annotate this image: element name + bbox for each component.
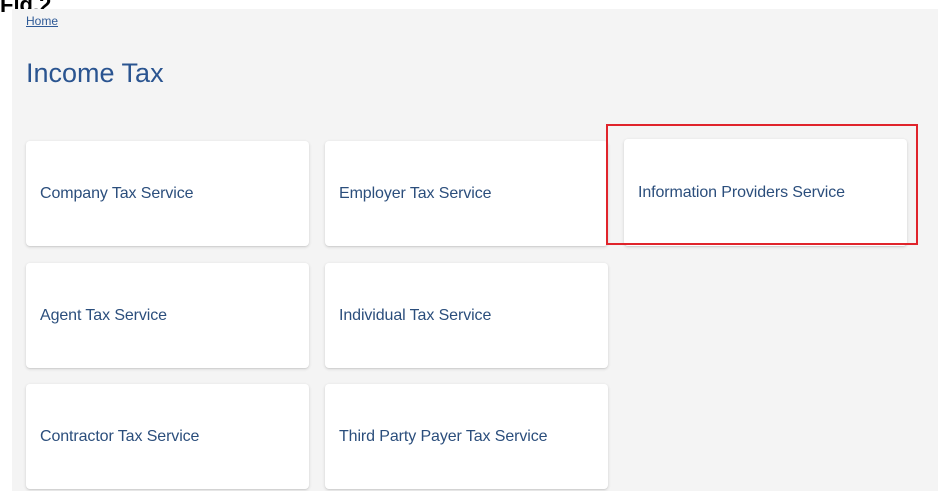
tile-label: Agent Tax Service <box>40 306 167 324</box>
individual-tax-service-tile[interactable]: Individual Tax Service <box>325 263 608 368</box>
tile-label: Company Tax Service <box>40 184 194 202</box>
information-providers-service-tile[interactable]: Information Providers Service <box>624 139 907 246</box>
tile-label: Third Party Payer Tax Service <box>339 427 548 445</box>
tile-label: Information Providers Service <box>638 183 845 201</box>
tile-label: Employer Tax Service <box>339 184 492 202</box>
tile-label: Individual Tax Service <box>339 306 492 324</box>
employer-tax-service-tile[interactable]: Employer Tax Service <box>325 141 608 246</box>
agent-tax-service-tile[interactable]: Agent Tax Service <box>26 263 309 368</box>
third-party-payer-tax-service-tile[interactable]: Third Party Payer Tax Service <box>325 384 608 489</box>
contractor-tax-service-tile[interactable]: Contractor Tax Service <box>26 384 309 489</box>
income-tax-page: Home Income Tax Company Tax Service Empl… <box>12 9 938 491</box>
tile-label: Contractor Tax Service <box>40 427 200 445</box>
breadcrumb-home-link[interactable]: Home <box>26 14 58 28</box>
company-tax-service-tile[interactable]: Company Tax Service <box>26 141 309 246</box>
page-title: Income Tax <box>26 58 164 88</box>
